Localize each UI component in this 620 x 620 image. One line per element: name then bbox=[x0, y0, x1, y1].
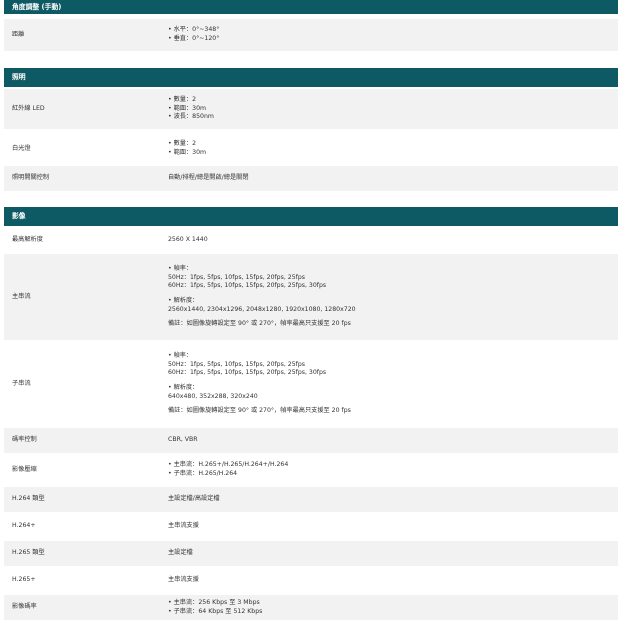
spec-row-h265-profile: H.265 類型 主設定檔 bbox=[4, 541, 618, 566]
value-note: 備註：如圖像旋轉設定至 90° 或 270°，幀率最高只支援至 20 fps bbox=[168, 407, 351, 415]
section-title: 角度調整 (手動) bbox=[12, 2, 62, 11]
spec-row-compression: 影像壓縮 • 主串流：H.265+/H.265/H.264+/H.264 • 子… bbox=[4, 455, 618, 485]
spec-value: 主串流支援 bbox=[168, 576, 199, 585]
spec-label: 最高解析度 bbox=[12, 235, 43, 243]
spec-row-distance: 距離 • 水平：0°~348° • 垂直：0°~120° bbox=[4, 19, 618, 51]
value-line: 主設定檔 bbox=[168, 549, 193, 557]
value-line: 50Hz：1fps, 5fps, 10fps, 15fps, 20fps, 25… bbox=[168, 273, 305, 281]
section-title: 影像 bbox=[12, 212, 26, 221]
value-line: • 解析度： bbox=[168, 384, 199, 391]
spec-value: • 數量：2 • 範圍：30m bbox=[168, 140, 206, 157]
spec-row-main-stream: 主串流 • 幀率： 50Hz：1fps, 5fps, 10fps, 15fps,… bbox=[4, 254, 618, 340]
spec-row-ir-led: 紅外線 LED • 數量：2 • 範圍：30m • 波長：850nm bbox=[4, 89, 618, 129]
value-line: • 數量：2 bbox=[168, 140, 197, 148]
spec-label: 影像碼率 bbox=[12, 603, 37, 611]
spec-label: 白光燈 bbox=[12, 144, 31, 152]
spec-value: • 水平：0°~348° • 垂直：0°~120° bbox=[168, 26, 219, 43]
value-line: • 幀率： bbox=[168, 265, 193, 273]
value-line: • 範圍：30m bbox=[168, 149, 207, 156]
spec-row-h264-plus: H.264+ 主串流支援 bbox=[4, 514, 618, 539]
value-line: 主設定檔/高設定檔 bbox=[168, 495, 220, 503]
spec-label: H.265 類型 bbox=[12, 549, 45, 557]
spec-row-sub-stream: 子串流 • 幀率： 50Hz：1fps, 5fps, 10fps, 15fps,… bbox=[4, 342, 618, 426]
value-line: 自動/排程/總是開啟/總是關閉 bbox=[168, 174, 249, 182]
spec-row-bitrate-control: 碼率控制 CBR, VBR bbox=[4, 428, 618, 453]
value-line: 50Hz：1fps, 5fps, 10fps, 15fps, 20fps, 25… bbox=[168, 360, 305, 368]
spec-label: 紅外線 LED bbox=[12, 104, 45, 112]
value-line: • 主串流：256 Kbps 至 3 Mbps bbox=[168, 598, 260, 606]
spec-row-h264-profile: H.264 類型 主設定檔/高設定檔 bbox=[4, 487, 618, 512]
value-line: 60Hz：1fps, 5fps, 10fps, 15fps, 20fps, 25… bbox=[168, 282, 327, 290]
value-line: 主串流支援 bbox=[168, 522, 199, 530]
section-header-video: 影像 bbox=[4, 207, 618, 226]
spec-label: 影像壓縮 bbox=[12, 465, 37, 473]
spec-value: • 數量：2 • 範圍：30m • 波長：850nm bbox=[168, 96, 214, 122]
value-line: • 解析度： bbox=[168, 297, 199, 304]
value-line: 2560 X 1440 bbox=[168, 235, 208, 243]
spec-row-white-light: 白光燈 • 數量：2 • 範圍：30m bbox=[4, 133, 618, 165]
spec-row-light-control: 照明開關控制 自動/排程/總是開啟/總是關閉 bbox=[4, 166, 618, 191]
value-line: • 數量：2 bbox=[168, 96, 197, 104]
spec-value: 自動/排程/總是開啟/總是關閉 bbox=[168, 174, 249, 183]
value-line: CBR, VBR bbox=[168, 436, 198, 444]
spec-label: 距離 bbox=[12, 30, 25, 38]
spec-label: 主串流 bbox=[12, 292, 31, 300]
spec-value: • 主串流：H.265+/H.265/H.264+/H.264 • 子串流：H.… bbox=[168, 461, 288, 478]
spec-row-video-bitrate: 影像碼率 • 主串流：256 Kbps 至 3 Mbps • 子串流：64 Kb… bbox=[4, 595, 618, 620]
value-note: 備註：如圖像旋轉設定至 90° 或 270°，幀率最高只支援至 20 fps bbox=[168, 320, 351, 328]
spec-row-max-resolution: 最高解析度 2560 X 1440 bbox=[4, 228, 618, 252]
spec-label: H.265+ bbox=[12, 576, 36, 584]
value-line: 60Hz：1fps, 5fps, 10fps, 15fps, 20fps, 25… bbox=[168, 369, 327, 377]
spec-label: 子串流 bbox=[12, 379, 31, 387]
value-line: • 主串流：H.265+/H.265/H.264+/H.264 bbox=[168, 461, 289, 469]
spec-value: 主設定檔/高設定檔 bbox=[168, 495, 220, 504]
spec-value: 主設定檔 bbox=[168, 549, 193, 558]
value-line: • 子串流：64 Kbps 至 512 Kbps bbox=[168, 607, 263, 615]
spec-value: • 幀率： 50Hz：1fps, 5fps, 10fps, 15fps, 20f… bbox=[168, 352, 351, 416]
section-header-angle: 角度調整 (手動) bbox=[4, 0, 618, 14]
spec-label: 照明開關控制 bbox=[12, 174, 50, 182]
value-line: • 水平：0°~348° bbox=[168, 26, 220, 34]
value-line: • 幀率： bbox=[168, 352, 193, 360]
spec-row-h265-plus: H.265+ 主串流支援 bbox=[4, 568, 618, 593]
spec-value: CBR, VBR bbox=[168, 436, 198, 445]
section-title: 照明 bbox=[12, 73, 26, 82]
value-line: • 波長：850nm bbox=[168, 113, 214, 121]
spec-label: H.264 類型 bbox=[12, 495, 45, 503]
spec-page: 角度調整 (手動) 距離 • 水平：0°~348° • 垂直：0°~120° 照… bbox=[0, 0, 620, 620]
section-header-lighting: 照明 bbox=[4, 68, 618, 87]
value-line: 主串流支援 bbox=[168, 576, 199, 584]
value-line: • 範圍：30m bbox=[168, 104, 207, 112]
spec-value: • 幀率： 50Hz：1fps, 5fps, 10fps, 15fps, 20f… bbox=[168, 265, 356, 329]
value-line: 2560x1440, 2304x1296, 2048x1280, 1920x10… bbox=[168, 305, 356, 313]
value-line: 640x480, 352x288, 320x240 bbox=[168, 392, 258, 400]
spec-label: 碼率控制 bbox=[12, 436, 37, 444]
spec-label: H.264+ bbox=[12, 522, 36, 530]
value-line: • 子串流：H.265/H.264 bbox=[168, 470, 238, 477]
spec-value: • 主串流：256 Kbps 至 3 Mbps • 子串流：64 Kbps 至 … bbox=[168, 599, 262, 616]
spec-value: 主串流支援 bbox=[168, 522, 199, 531]
spec-value: 2560 X 1440 bbox=[168, 236, 208, 245]
value-line: • 垂直：0°~120° bbox=[168, 35, 220, 42]
